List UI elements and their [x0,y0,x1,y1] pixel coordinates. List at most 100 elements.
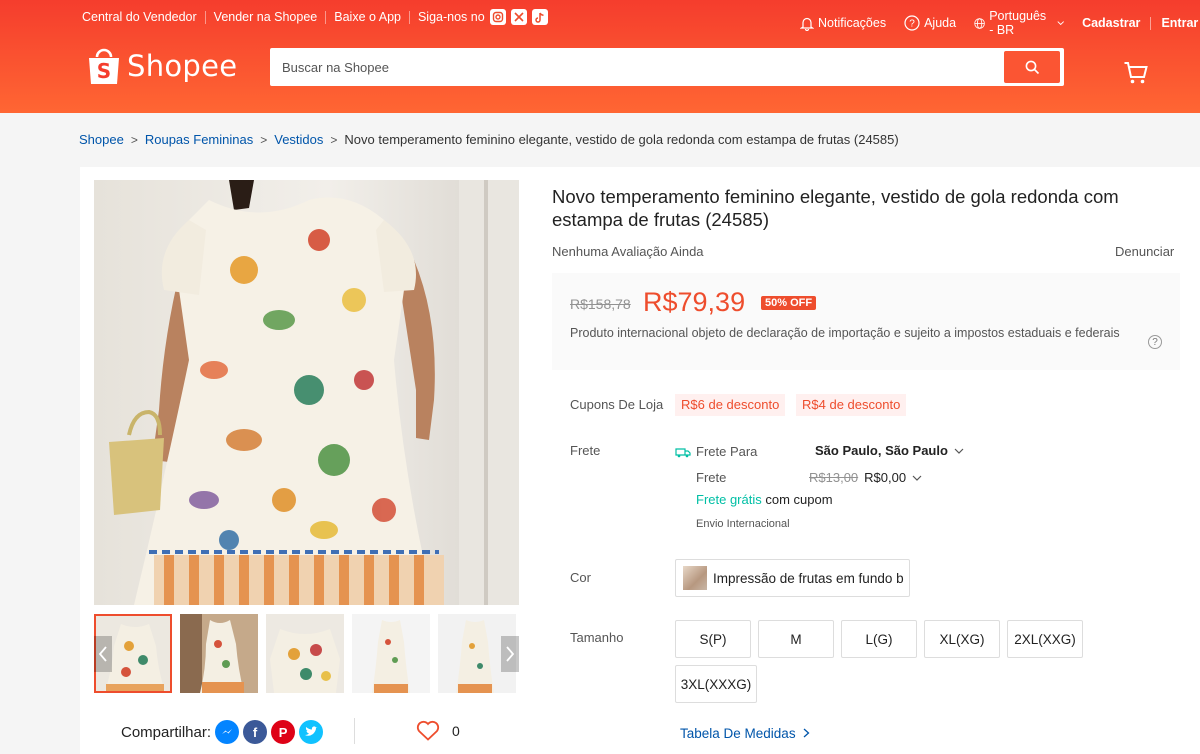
search-icon [1025,60,1039,74]
bell-icon [800,17,814,31]
chevron-right-icon: > [330,132,338,147]
ship-to-row: Frete Para [675,444,757,459]
share-bar: Compartilhar: f P [121,720,324,744]
tax-note: Produto internacional objeto de declaraç… [570,326,1120,340]
shopee-logo[interactable]: S Shopee [87,46,237,86]
sell-link[interactable]: Vender na Shopee [206,10,327,24]
language-selector[interactable]: Português - BR [974,9,1064,37]
current-price: R$79,39 [643,287,746,317]
international-shipping: Envio Internacional [696,518,790,530]
share-label: Compartilhar: [121,723,212,741]
twitter-icon[interactable] [299,720,324,744]
x-twitter-icon[interactable] [510,9,527,25]
size-table-link[interactable]: Tabela De Medidas [680,726,810,741]
pinterest-icon[interactable]: P [271,720,296,744]
globe-icon [974,17,985,29]
breadcrumb-item-womens-clothing[interactable]: Roupas Femininas [145,132,253,147]
size-table-label: Tabela De Medidas [680,726,796,741]
chevron-left-icon [98,646,107,662]
logo-text: Shopee [127,49,238,83]
help-icon[interactable]: ? [1148,335,1162,349]
chevron-right-icon: > [130,132,138,147]
coupons-label: Cupons De Loja [570,397,664,412]
shipping-label: Frete [570,443,601,458]
ship-to-location: São Paulo, São Paulo [815,443,948,458]
ship-to-label: Frete Para [696,444,758,459]
search-button[interactable] [1004,51,1060,83]
favorite-count: 0 [452,722,460,739]
coupon-badge[interactable]: R$6 de desconto [675,394,786,416]
coupon-badge[interactable]: R$4 de desconto [796,394,907,416]
breadcrumb: Shopee > Roupas Femininas > Vestidos > N… [79,132,899,147]
size-option[interactable]: L(G) [841,620,917,658]
follow-us: Siga-nos no [410,9,548,25]
size-option[interactable]: 3XL(XXXG) [675,665,757,703]
shipping-old-fee: R$13,00 [809,470,859,485]
shipping-fee-label: Frete [696,470,727,485]
heart-icon [416,720,440,741]
free-shipping-condition: com cupom [765,492,833,507]
discount-badge: 50% OFF [761,296,817,310]
thumbnail-next-button[interactable] [501,636,519,672]
chevron-down-icon [912,475,922,481]
help-link[interactable]: ? Ajuda [904,15,956,31]
cart-icon[interactable] [1123,60,1149,86]
product-title: Novo temperamento feminino elegante, ves… [552,186,1119,230]
divider [1150,16,1152,30]
svg-text:?: ? [909,19,915,30]
chevron-right-icon: > [260,132,268,147]
language-label: Português - BR [989,9,1047,37]
chevron-right-icon [803,728,810,738]
notifications-link[interactable]: Notificações [800,16,886,31]
notifications-label: Notificações [818,16,887,30]
search-input[interactable] [270,48,1000,86]
top-navbar: Central do Vendedor Vender na Shopee Bai… [82,9,1200,37]
favorite-button[interactable]: 0 [416,720,460,741]
thumbnail[interactable] [180,614,258,693]
signup-link[interactable]: Cadastrar [1082,16,1140,30]
chevron-right-icon [506,646,515,662]
svg-text:S: S [97,59,111,83]
shopping-bag-logo-icon: S [89,48,119,84]
color-option-label: Impressão de frutas em fundo b [713,570,904,586]
free-shipping-label: Frete grátis [696,492,762,507]
truck-icon [675,447,691,457]
price-box: R$158,78 R$79,39 50% OFF Produto interna… [552,273,1180,370]
header: Central do Vendedor Vender na Shopee Bai… [0,0,1200,113]
breadcrumb-item-shopee[interactable]: Shopee [79,132,124,147]
size-option[interactable]: M [758,620,834,658]
thumbnail[interactable] [352,614,430,693]
color-swatch [683,566,707,590]
divider [354,718,355,744]
size-option[interactable]: 2XL(XXG) [1007,620,1083,658]
login-link[interactable]: Entrar [1161,16,1198,30]
shipping-fee: R$0,00 [864,470,907,485]
size-option[interactable]: XL(XG) [924,620,1000,658]
color-label: Cor [570,570,591,585]
tiktok-icon[interactable] [531,9,548,25]
breadcrumb-item-dresses[interactable]: Vestidos [274,132,323,147]
messenger-icon[interactable] [215,720,240,744]
question-circle-icon: ? [904,15,920,31]
product-main-image[interactable] [94,180,519,605]
download-app-link[interactable]: Baixe o App [326,10,410,24]
report-link[interactable]: Denunciar [1115,244,1174,259]
instagram-icon[interactable] [489,9,506,25]
search-bar [270,48,1064,86]
chevron-down-icon [954,448,964,454]
original-price: R$158,78 [570,296,631,312]
size-option[interactable]: S(P) [675,620,751,658]
shipping-fee-selector[interactable]: R$13,00 R$0,00 [809,470,922,485]
thumbnail-prev-button[interactable] [94,636,112,672]
free-shipping-row: Frete grátis com cupom [696,492,833,507]
help-label: Ajuda [924,16,957,30]
rating-text: Nenhuma Avaliação Ainda [552,244,704,259]
facebook-icon[interactable]: f [243,720,268,744]
size-label: Tamanho [570,630,624,645]
ship-to-selector[interactable]: São Paulo, São Paulo [815,443,964,458]
color-option[interactable]: Impressão de frutas em fundo b [675,559,910,597]
thumbnail[interactable] [266,614,344,693]
follow-us-label: Siga-nos no [417,10,485,24]
thumbnail-strip [94,614,519,694]
seller-center-link[interactable]: Central do Vendedor [82,10,206,24]
